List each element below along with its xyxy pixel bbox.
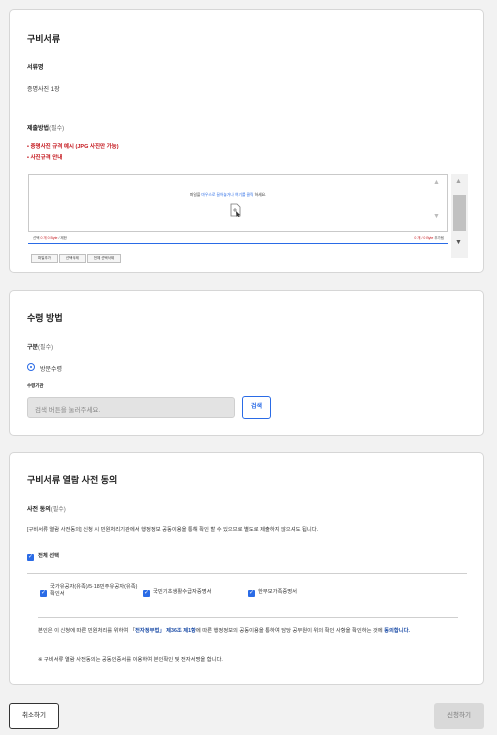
file-add-icon	[230, 203, 241, 217]
visit-pickup-radio[interactable]	[27, 363, 35, 371]
consent-card: 구비서류 열람 사전 동의 사전 동의(필수) [구비서류 열람 사전동의] 신…	[9, 452, 484, 685]
consent-item-label: 국민기초생활수급자증명서	[153, 589, 212, 595]
upload-buttons: 파일추가 선택삭제 전체 선택삭제	[31, 246, 122, 264]
type-label: 구분(필수)	[27, 345, 54, 351]
upload-scrollbar[interactable]: ▲ ▼	[451, 174, 468, 258]
submit-method-text: 제출방법	[27, 126, 50, 132]
select-all-checkbox[interactable]: ✓	[27, 554, 34, 561]
consent-notice-cert: ※ 구비서류 열람 사전동의는 공동인증서를 이용하여 본인확인 및 전자서명을…	[38, 657, 223, 663]
delete-selected-button[interactable]: 선택삭제	[58, 254, 86, 263]
scroll-thumb[interactable]	[453, 195, 466, 231]
add-file-button[interactable]: 파일추가	[31, 254, 58, 263]
receive-title: 수령 방법	[27, 313, 63, 323]
consent-description: [구비서류 열람 사전동의] 신청 시 민원처리기관에서 행정정보 공동이용을 …	[27, 527, 319, 533]
consent-item-label: 국가유공자(유족)/5·18민주유공자(유족)확인서	[50, 584, 138, 598]
doc-name-label: 서류명	[27, 65, 44, 71]
receive-method-card: 수령 방법 구분(필수) 방문수령 수령기관 검색 버튼을 눌러주세요. 검색	[9, 290, 484, 436]
consent-title: 구비서류 열람 사전 동의	[27, 475, 118, 485]
file-drop-zone[interactable]: 파일을 마우스로 끌어놓거나 여기를 클릭 하세요. ▲ ▼	[28, 174, 448, 232]
photo-guide-link[interactable]: • 사진규격 안내	[27, 153, 62, 161]
scroll-up-icon[interactable]: ▲	[455, 178, 462, 185]
documents-card: 구비서류 서류명 증명사진 1장 제출방법(필수) • 증명사진 규격 예시 (…	[9, 9, 484, 273]
photo-example-link[interactable]: • 증명사진 규격 예시 (JPG 사진만 가능)	[27, 142, 119, 150]
drop-message: 파일을 마우스로 끌어놓거나 여기를 클릭 하세요.	[189, 193, 267, 197]
select-all-label: 전체 선택	[38, 553, 59, 559]
required-tag: (필수)	[49, 126, 65, 132]
divider	[38, 617, 458, 618]
upload-info-bar: 선택 0 개 0 Byte / 제한 0 개 / 0 Byte 추가됨	[28, 233, 448, 244]
cancel-button[interactable]: 취소하기	[9, 703, 59, 729]
apply-button[interactable]: 신청하기	[434, 703, 484, 729]
scroll-down-icon[interactable]: ▼	[433, 213, 440, 220]
scroll-down-icon[interactable]: ▼	[455, 239, 462, 246]
scroll-up-icon[interactable]: ▲	[433, 179, 440, 186]
consent-notice: 본인은 이 신청에 따른 민원처리를 위하여 「전자정부법」 제36조 제1항에…	[38, 628, 410, 634]
consent-label: 사전 동의(필수)	[27, 507, 66, 513]
receive-place-input[interactable]: 검색 버튼을 눌러주세요.	[27, 397, 235, 418]
doc-name-value: 증명사진 1장	[27, 87, 60, 93]
consent-item-checkbox[interactable]: ✓	[143, 590, 150, 597]
delete-all-button[interactable]: 전체 선택삭제	[86, 254, 122, 263]
consent-item-checkbox[interactable]: ✓	[248, 590, 255, 597]
documents-title: 구비서류	[27, 34, 61, 44]
consent-item-label: 한부모가족증명서	[258, 589, 297, 595]
receive-place-label: 수령기관	[27, 383, 44, 388]
upload-limit-info: 선택 0 개 0 Byte / 제한	[33, 236, 67, 240]
search-button[interactable]: 검색	[242, 396, 271, 419]
visit-pickup-label: 방문수령	[40, 367, 63, 373]
consent-item-checkbox[interactable]: ✓	[40, 590, 47, 597]
drop-zone-scrollbar[interactable]: ▲ ▼	[429, 175, 447, 233]
submit-method-label: 제출방법(필수)	[27, 123, 64, 132]
divider	[27, 573, 467, 574]
upload-added-info: 0 개 / 0 Byte 추가됨	[414, 236, 444, 240]
file-upload-widget: 파일을 마우스로 끌어놓거나 여기를 클릭 하세요. ▲ ▼ 선택 0 개 0 …	[28, 174, 468, 263]
